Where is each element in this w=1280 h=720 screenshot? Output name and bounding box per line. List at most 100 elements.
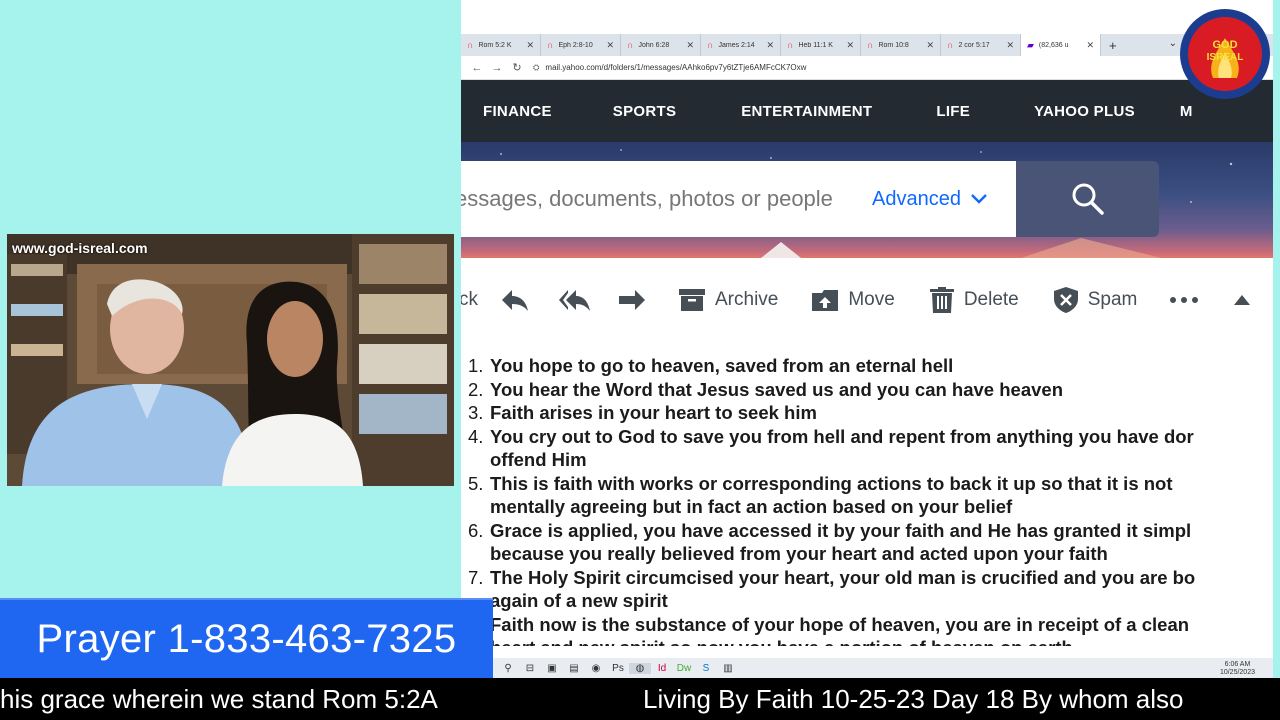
list-item-number: 4. — [468, 425, 484, 447]
url-field[interactable]: ⛭ mail.yahoo.com/d/folders/1/messages/AA… — [533, 63, 1214, 73]
tab-close-icon[interactable]: ✕ — [686, 40, 694, 51]
tab-favicon-icon: ∩ — [467, 40, 474, 50]
more-actions-button[interactable] — [1169, 296, 1199, 304]
prayer-line-banner: Prayer 1-833-463-7325 — [0, 598, 493, 678]
yahoo-top-nav: FINANCE SPORTS ENTERTAINMENT LIFE YAHOO … — [461, 80, 1273, 142]
tab-close-icon[interactable]: ✕ — [846, 40, 854, 51]
taskbar-search-icon[interactable]: ⚲ — [497, 663, 519, 674]
move-label: Move — [848, 289, 895, 310]
spam-label: Spam — [1087, 289, 1138, 310]
app-icon[interactable]: ▥ — [717, 663, 739, 674]
archive-label: Archive — [715, 289, 779, 310]
list-item-line: heart and new spirit so now you have a p… — [490, 636, 1273, 646]
new-tab-plus-icon[interactable]: + — [1101, 38, 1125, 53]
move-folder-icon — [812, 290, 839, 311]
nav-sports[interactable]: SPORTS — [613, 103, 676, 120]
advanced-search-button[interactable]: Advanced — [872, 188, 987, 211]
mail-search-box[interactable]: essages, documents, photos or people Adv… — [461, 161, 1016, 237]
scrolling-ticker: his grace wherein we stand Rom 5:2A Livi… — [0, 678, 1280, 720]
advanced-label: Advanced — [872, 187, 961, 210]
browser-tab[interactable]: ∩ 2 cor 5:17 ✕ — [941, 34, 1021, 56]
collapse-button[interactable] — [1234, 295, 1251, 305]
reply-all-button[interactable] — [558, 288, 592, 312]
browser-tab[interactable]: ∩ James 2:14 ✕ — [701, 34, 781, 56]
windows-taskbar: ⚲ ⊟ ▣ ▤ ◉ Ps ◍ Id Dw S ▥ 6:06 AM 10/25/2… — [461, 658, 1273, 678]
forward-button[interactable] — [617, 288, 647, 312]
browser-tab[interactable]: ∩ Rom 10:8 ✕ — [861, 34, 941, 56]
browser-tab[interactable]: ∩ Heb 11:1 K ✕ — [781, 34, 861, 56]
browser-tab-active[interactable]: ▰ (82,636 u ✕ — [1021, 34, 1101, 56]
tab-favicon-icon: ∩ — [547, 40, 554, 50]
tab-close-icon[interactable]: ✕ — [1086, 40, 1094, 51]
trash-icon — [929, 287, 954, 313]
tab-close-icon[interactable]: ✕ — [1006, 40, 1014, 51]
tab-close-icon[interactable]: ✕ — [606, 40, 614, 51]
logo-text-bottom: ISREAL — [1207, 52, 1244, 63]
reload-icon[interactable]: ↻ — [507, 61, 527, 74]
browser-tab[interactable]: ∩ Rom 5:2 K ✕ — [461, 34, 541, 56]
list-item-line: You cry out to God to save you from hell… — [490, 425, 1194, 447]
list-item-line: You hear the Word that Jesus saved us an… — [490, 378, 1063, 400]
browser-tab[interactable]: ∩ Eph 2:8-10 ✕ — [541, 34, 621, 56]
search-input[interactable]: essages, documents, photos or people — [461, 186, 860, 212]
list-item: 4. You cry out to God to save you from he… — [461, 425, 1273, 472]
reply-button[interactable] — [500, 288, 530, 312]
forward-icon — [619, 290, 645, 310]
move-button[interactable]: Move — [812, 289, 895, 311]
delete-button[interactable]: Delete — [929, 287, 1019, 313]
taskbar-clock[interactable]: 6:06 AM 10/25/2023 — [1220, 661, 1255, 677]
archive-icon — [679, 289, 705, 311]
clock-date: 10/25/2023 — [1219, 669, 1255, 676]
chrome-icon[interactable]: ◍ — [629, 662, 651, 674]
list-item-number: 5. — [468, 472, 484, 494]
tab-close-icon[interactable]: ✕ — [926, 40, 934, 51]
site-info-icon[interactable]: ⛭ — [533, 63, 539, 73]
list-item: 6. Grace is applied, you have accessed it… — [461, 519, 1273, 566]
list-item: Faith now is the substance of your hope … — [461, 613, 1273, 647]
tab-favicon-icon: ∩ — [947, 40, 954, 50]
list-item: 7. The Holy Spirit circumcised your heart… — [461, 566, 1273, 613]
edge-icon[interactable]: ◉ — [585, 663, 607, 674]
tab-favicon-icon: ∩ — [707, 40, 714, 50]
back-arrow-icon[interactable]: ← — [467, 62, 487, 74]
skype-icon[interactable]: S — [695, 663, 717, 674]
delete-label: Delete — [963, 289, 1019, 310]
task-view-icon[interactable]: ⊟ — [519, 663, 541, 674]
nav-entertainment[interactable]: ENTERTAINMENT — [741, 103, 872, 120]
tab-close-icon[interactable]: ✕ — [526, 40, 534, 51]
search-button[interactable] — [1016, 161, 1159, 237]
address-bar: ← → ↻ ⛭ mail.yahoo.com/d/folders/1/messa… — [461, 56, 1273, 80]
nav-yahoo-plus[interactable]: YAHOO PLUS — [1034, 103, 1135, 120]
tab-close-icon[interactable]: ✕ — [766, 40, 774, 51]
forward-arrow-icon[interactable]: → — [487, 62, 507, 74]
back-button[interactable]: ck — [461, 289, 478, 311]
photoshop-icon[interactable]: Ps — [607, 663, 629, 674]
nav-more[interactable]: M — [1180, 103, 1193, 120]
indesign-icon[interactable]: Id — [651, 663, 673, 674]
spam-button[interactable]: Spam — [1053, 287, 1138, 313]
nav-finance[interactable]: FINANCE — [483, 103, 552, 120]
store-icon[interactable]: ▣ — [541, 663, 563, 674]
folder-icon[interactable]: ▤ — [563, 663, 585, 674]
tab-favicon-icon: ∩ — [787, 40, 794, 50]
list-item-number: 3. — [468, 402, 484, 423]
archive-button[interactable]: Archive — [679, 289, 778, 311]
dreamweaver-icon[interactable]: Dw — [673, 663, 695, 674]
nav-life[interactable]: LIFE — [936, 103, 970, 120]
list-item-line: again of a new spirit — [490, 590, 668, 611]
list-item: 1. You hope to go to heaven, saved from a… — [461, 354, 1273, 378]
more-dots-icon — [1170, 297, 1199, 303]
chevron-down-icon — [971, 194, 987, 204]
reply-icon — [502, 290, 528, 311]
browser-tab[interactable]: ∩ John 6:28 ✕ — [621, 34, 701, 56]
numbered-list: 1. You hope to go to heaven, saved from a… — [461, 354, 1273, 646]
list-item-line: because you really believed from your he… — [490, 543, 1108, 564]
tab-favicon-icon: ∩ — [627, 40, 634, 50]
list-item-line: You hope to go to heaven, saved from an … — [490, 355, 954, 376]
logo-text-top: GOD — [1212, 39, 1237, 51]
prayer-phone-text: Prayer 1-833-463-7325 — [36, 616, 457, 661]
website-label: www.god-isreal.com — [12, 240, 148, 256]
list-item-line: Grace is applied, you have accessed it b… — [490, 519, 1192, 541]
browser-tab-bar: ∩ Rom 5:2 K ✕ ∩ Eph 2:8-10 ✕ ∩ John 6:28 ✕ ∩ Ja… — [461, 34, 1273, 56]
ticker-text-left: his grace wherein we stand Rom 5:2A — [0, 684, 438, 714]
